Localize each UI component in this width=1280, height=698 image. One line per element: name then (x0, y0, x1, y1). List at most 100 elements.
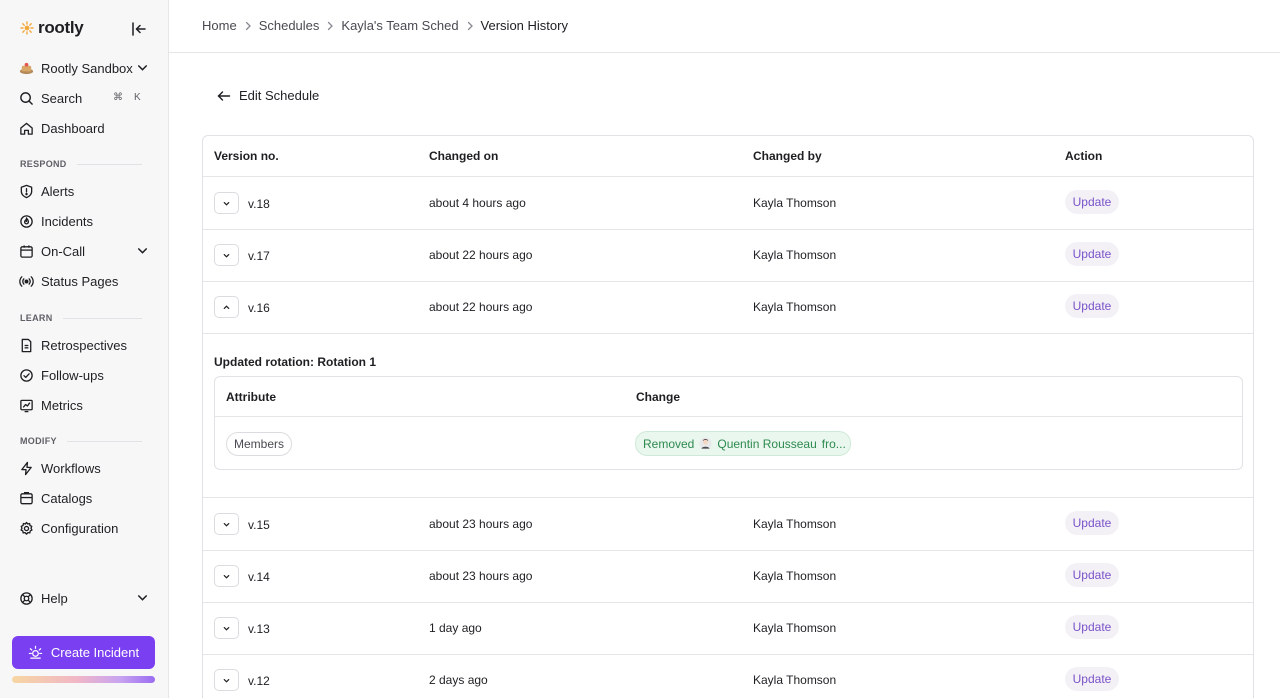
update-button[interactable]: Update (1065, 242, 1119, 266)
status-pages-label: Status Pages (41, 273, 119, 289)
sidebar-item-on-call[interactable]: On-Call (12, 238, 157, 264)
sidebar-item-retrospectives[interactable]: Retrospectives (12, 332, 157, 358)
search-icon (20, 91, 33, 105)
org-avatar-icon (19, 62, 34, 74)
version-history-table: Version no. Changed on Changed by Action… (202, 135, 1254, 698)
changed-by: Kayla Thomson (753, 673, 837, 687)
org-name: Rootly Sandbox (41, 60, 133, 76)
table-row: v.14 about 23 hours ago Kayla Thomson Up… (203, 550, 1253, 603)
chevron-down-icon (223, 626, 230, 631)
incidents-label: Incidents (41, 213, 94, 229)
org-switcher[interactable]: Rootly Sandbox (12, 55, 157, 81)
edit-schedule-label: Edit Schedule (239, 88, 320, 103)
row-divider (203, 333, 1253, 334)
breadcrumb-current: Version History (480, 18, 568, 33)
catalog-icon (20, 491, 33, 504)
update-button[interactable]: Update (1065, 563, 1119, 587)
gradient-bar (12, 676, 155, 683)
version-number: v.13 (248, 622, 270, 636)
metrics-label: Metrics (41, 397, 83, 413)
sidebar-item-alerts[interactable]: Alerts (12, 178, 157, 204)
on-call-label: On-Call (41, 243, 86, 259)
change-action: Removed (643, 436, 695, 451)
topbar: Home Schedules Kayla's Team Sched Versio… (169, 0, 1280, 53)
expand-toggle[interactable] (214, 669, 239, 691)
sidebar-item-catalogs[interactable]: Catalogs (12, 485, 157, 511)
create-incident-button[interactable]: Create Incident (12, 636, 155, 669)
document-icon (21, 338, 32, 352)
header-attribute: Attribute (226, 390, 276, 404)
sidebar: rootly Rootly Sandbox Search ⌘ K Dashboa… (0, 0, 169, 698)
expand-toggle[interactable] (214, 513, 239, 535)
version-number: v.12 (248, 674, 270, 688)
shortcut-key: K (134, 92, 141, 103)
expand-toggle[interactable] (214, 244, 239, 266)
sidebar-item-dashboard[interactable]: Dashboard (12, 115, 157, 141)
changed-by: Kayla Thomson (753, 517, 837, 531)
expand-toggle[interactable] (214, 617, 239, 639)
sidebar-item-metrics[interactable]: Metrics (12, 392, 157, 418)
rootly-logo[interactable]: rootly (20, 18, 84, 38)
attribute-chip: Members (226, 432, 293, 456)
changed-on: about 22 hours ago (429, 300, 533, 314)
sidebar-item-workflows[interactable]: Workflows (12, 455, 157, 481)
home-icon (20, 122, 33, 135)
sidebar-item-search[interactable]: Search ⌘ K (12, 85, 157, 111)
sidebar-item-status-pages[interactable]: Status Pages (12, 268, 157, 294)
section-learn-label: LEARN (20, 313, 53, 323)
search-label: Search (41, 90, 83, 106)
changed-on: about 23 hours ago (429, 569, 533, 583)
update-button[interactable]: Update (1065, 511, 1119, 535)
chevron-down-icon (137, 65, 148, 71)
header-version: Version no. (214, 149, 279, 163)
chevron-down-icon (223, 522, 230, 527)
collapse-sidebar-icon[interactable] (130, 20, 148, 38)
table-row: v.18 about 4 hours ago Kayla Thomson Upd… (203, 177, 1253, 230)
header-change: Change (636, 390, 681, 404)
workflows-label: Workflows (41, 460, 101, 476)
update-button[interactable]: Update (1065, 615, 1119, 639)
edit-schedule-link[interactable]: Edit Schedule (217, 88, 319, 103)
changed-on: about 22 hours ago (429, 248, 533, 262)
alerts-label: Alerts (41, 183, 75, 199)
expand-toggle[interactable] (214, 192, 239, 214)
expand-toggle[interactable] (214, 565, 239, 587)
change-chip: Removed Quentin Rousseau fro... (635, 431, 851, 456)
section-modify: MODIFY (20, 436, 142, 446)
section-respond-label: RESPOND (20, 159, 67, 169)
breadcrumb-schedule[interactable]: Kayla's Team Sched (341, 18, 458, 33)
rootly-logo-icon (20, 21, 34, 35)
chevron-down-icon (223, 201, 230, 206)
changed-by: Kayla Thomson (753, 248, 837, 262)
breadcrumb-schedules[interactable]: Schedules (259, 18, 320, 33)
sidebar-item-configuration[interactable]: Configuration (12, 515, 157, 541)
incident-burst-icon (28, 645, 43, 659)
check-circle-icon (20, 368, 33, 382)
collapse-toggle[interactable] (214, 296, 239, 318)
changed-by: Kayla Thomson (753, 300, 837, 314)
header-changed-by: Changed by (753, 149, 822, 163)
configuration-label: Configuration (41, 520, 119, 536)
lightning-icon (21, 461, 32, 475)
sidebar-item-follow-ups[interactable]: Follow-ups (12, 362, 157, 388)
version-number: v.18 (248, 197, 270, 211)
sidebar-item-help[interactable]: Help (12, 585, 157, 611)
breadcrumb-home[interactable]: Home (202, 18, 237, 33)
version-number: v.15 (248, 518, 270, 532)
update-button[interactable]: Update (1065, 294, 1119, 318)
header-changed-on: Changed on (429, 149, 499, 163)
calendar-icon (20, 244, 33, 258)
arrow-left-icon (217, 90, 231, 101)
breadcrumb: Home Schedules Kayla's Team Sched Versio… (202, 18, 568, 33)
update-button[interactable]: Update (1065, 667, 1119, 691)
chevron-down-icon (223, 574, 230, 579)
update-button[interactable]: Update (1065, 190, 1119, 214)
sidebar-item-incidents[interactable]: Incidents (12, 208, 157, 234)
change-detail-title: Updated rotation: Rotation 1 (214, 355, 376, 369)
table-header: Version no. Changed on Changed by Action (203, 136, 1253, 177)
chevron-down-icon (137, 595, 148, 601)
create-incident-label: Create Incident (50, 645, 140, 660)
shortcut-cmd: ⌘ (113, 92, 123, 103)
section-learn: LEARN (20, 313, 142, 323)
section-respond: RESPOND (20, 159, 142, 169)
